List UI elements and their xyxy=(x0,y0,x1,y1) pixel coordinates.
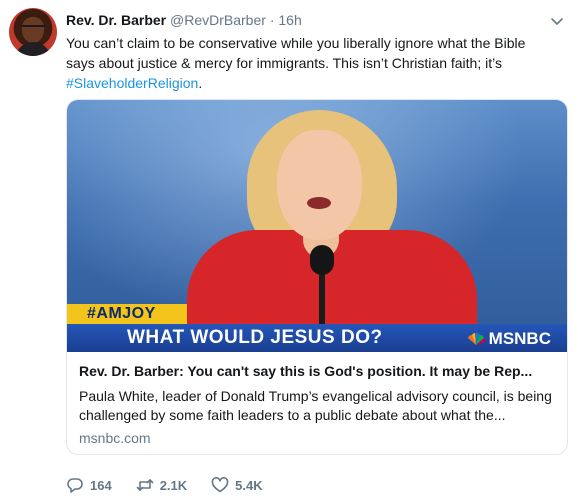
speaker-mouth xyxy=(307,197,331,209)
heart-icon xyxy=(211,477,229,493)
card-body[interactable]: Rev. Dr. Barber: You can't say this is G… xyxy=(67,352,567,454)
like-button[interactable]: 5.4K xyxy=(211,476,263,494)
author-name[interactable]: Rev. Dr. Barber xyxy=(66,12,166,28)
banner-headline: WHAT WOULD JESUS DO? xyxy=(127,327,383,348)
avatar-glasses xyxy=(21,25,45,30)
network-logo: MSNBC xyxy=(466,329,551,349)
chevron-down-icon[interactable] xyxy=(550,14,564,28)
peacock-icon xyxy=(467,332,485,345)
reply-count: 164 xyxy=(90,477,112,493)
card-domain: msnbc.com xyxy=(79,430,151,446)
retweet-button[interactable]: 2.1K xyxy=(136,476,187,494)
hashtag-link[interactable]: #SlaveholderReligion xyxy=(66,75,198,91)
avatar-face xyxy=(22,17,44,43)
reply-button[interactable]: 164 xyxy=(66,476,112,494)
tweet-text: You can’t claim to be conservative while… xyxy=(66,33,556,93)
card-title[interactable]: Rev. Dr. Barber: You can't say this is G… xyxy=(79,362,557,381)
separator-dot: · xyxy=(269,12,275,28)
retweet-icon xyxy=(136,479,154,491)
tweet-body: You can’t claim to be conservative while… xyxy=(66,35,526,71)
link-card[interactable]: #AMJOY WHAT WOULD JESUS DO? MSNBC Rev. D… xyxy=(66,99,568,455)
card-image[interactable]: #AMJOY WHAT WOULD JESUS DO? MSNBC xyxy=(67,100,567,352)
tweet-header: Rev. Dr. Barber @RevDrBarber · 16h xyxy=(66,11,302,29)
avatar[interactable] xyxy=(9,8,57,56)
card-description: Paula White, leader of Donald Trump’s ev… xyxy=(79,388,552,423)
avatar-shirt xyxy=(15,42,51,56)
reply-icon xyxy=(67,478,83,493)
tweet-actions: 164 2.1K 5.4K xyxy=(66,476,287,494)
microphone-icon xyxy=(310,245,334,275)
network-name: MSNBC xyxy=(488,329,551,348)
tweet-ending: . xyxy=(198,75,203,91)
tweet-timestamp[interactable]: 16h xyxy=(278,12,301,28)
like-count: 5.4K xyxy=(235,477,263,493)
author-handle[interactable]: @RevDrBarber xyxy=(170,12,266,28)
retweet-count: 2.1K xyxy=(159,477,188,493)
show-tag: #AMJOY xyxy=(67,304,187,324)
speaker-face xyxy=(277,130,362,240)
